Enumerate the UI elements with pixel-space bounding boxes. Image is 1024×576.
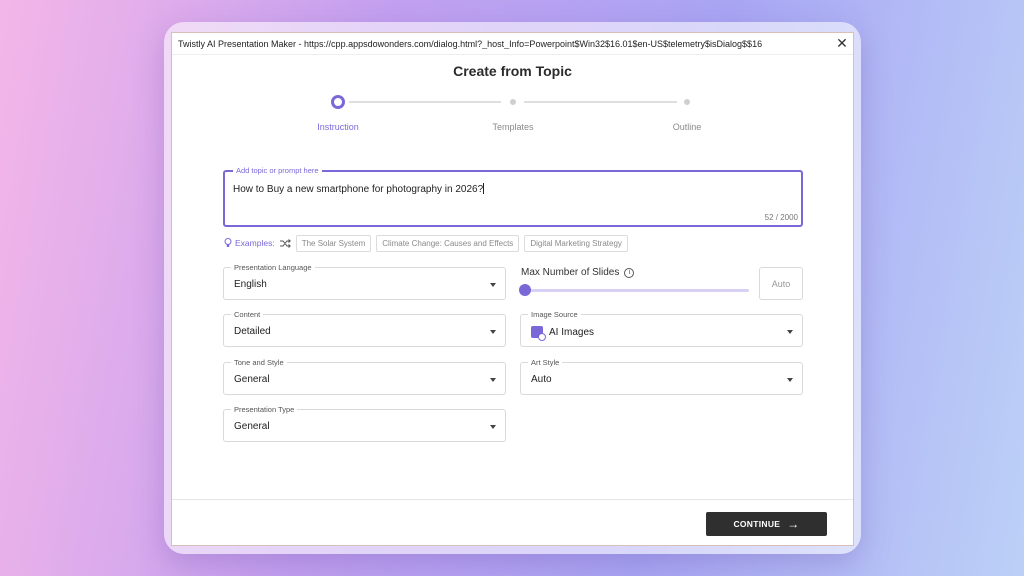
field-value: Detailed <box>234 326 271 337</box>
dropdown-arrow-icon <box>490 283 496 287</box>
close-icon[interactable]: ✕ <box>831 33 853 55</box>
content-select[interactable]: Content Detailed <box>223 310 506 347</box>
example-chip[interactable]: The Solar System <box>295 234 372 252</box>
examples-label: Examples: <box>224 238 275 248</box>
lightbulb-icon <box>224 238 232 247</box>
presentation-type-select[interactable]: Presentation Type General <box>223 405 506 442</box>
field-label: Tone and Style <box>231 358 287 367</box>
example-chip[interactable]: Digital Marketing Strategy <box>524 234 628 252</box>
step-label-templates[interactable]: Templates <box>492 122 533 132</box>
field-value: General <box>234 421 270 432</box>
dialog-footer: CONTINUE → <box>172 499 853 545</box>
slides-slider-thumb[interactable] <box>519 284 531 296</box>
field-label: Content <box>231 310 264 319</box>
dropdown-arrow-icon <box>490 425 496 429</box>
field-label: Presentation Language <box>231 263 315 272</box>
step-indicator-outline[interactable] <box>684 99 690 105</box>
text-caret <box>483 183 485 194</box>
slides-count-input[interactable]: Auto <box>759 267 803 300</box>
field-value: Auto <box>531 374 552 385</box>
step-label-instruction[interactable]: Instruction <box>317 122 359 132</box>
title-bar: Twistly AI Presentation Maker - https://… <box>172 33 853 55</box>
topic-input-label: Add topic or prompt here <box>233 166 322 175</box>
arrow-right-icon: → <box>787 517 800 531</box>
topic-input[interactable]: Add topic or prompt here How to Buy a ne… <box>223 166 803 227</box>
stepper-line <box>524 101 677 103</box>
field-value: English <box>234 279 267 290</box>
dropdown-arrow-icon <box>490 378 496 382</box>
slides-slider-track[interactable] <box>524 289 749 292</box>
dropdown-arrow-icon <box>787 378 793 382</box>
step-indicator-templates[interactable] <box>510 99 516 105</box>
ai-image-icon <box>531 326 546 341</box>
shuffle-icon[interactable] <box>279 238 291 248</box>
tone-style-select[interactable]: Tone and Style General <box>223 358 506 395</box>
field-value: AI Images <box>531 326 594 341</box>
stepper-line <box>349 101 501 103</box>
example-chip[interactable]: Climate Change: Causes and Effects <box>376 234 520 252</box>
page-title: Create from Topic <box>453 63 572 79</box>
art-style-select[interactable]: Art Style Auto <box>520 358 803 395</box>
step-indicator-instruction[interactable] <box>331 95 345 109</box>
window-title: Twistly AI Presentation Maker - https://… <box>178 38 763 49</box>
max-slides-label: Max Number of Slides i <box>521 267 635 278</box>
dropdown-arrow-icon <box>787 330 793 334</box>
continue-button[interactable]: CONTINUE → <box>706 512 827 536</box>
field-label: Art Style <box>528 358 563 367</box>
field-label: Image Source <box>528 310 581 319</box>
info-icon[interactable]: i <box>624 267 635 278</box>
dialog-window: Twistly AI Presentation Maker - https://… <box>171 32 854 546</box>
stepper: Instruction Templates Outline <box>172 95 853 135</box>
examples-row: Examples: The Solar System Climate Chang… <box>224 234 628 252</box>
character-count: 52 / 2000 <box>764 213 798 222</box>
field-label: Presentation Type <box>231 405 298 414</box>
presentation-language-select[interactable]: Presentation Language English <box>223 263 506 300</box>
image-source-select[interactable]: Image Source AI Images <box>520 310 803 347</box>
step-label-outline[interactable]: Outline <box>673 122 702 132</box>
dropdown-arrow-icon <box>490 330 496 334</box>
field-value: General <box>234 374 270 385</box>
topic-input-value[interactable]: How to Buy a new smartphone for photogra… <box>233 183 485 195</box>
